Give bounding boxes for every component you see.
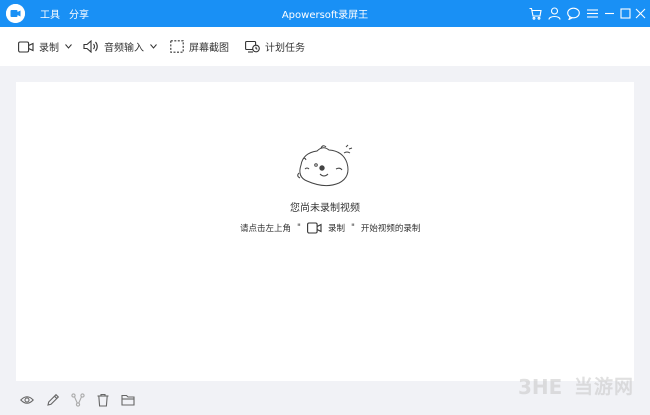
audio-input-button[interactable]: 音频输入 [83, 38, 157, 55]
minimize-icon[interactable] [603, 7, 616, 20]
toolbar: 录制 音频输入 屏幕截图 计划任务 [0, 27, 650, 66]
screenshot-button[interactable]: 屏幕截图 [170, 38, 229, 55]
close-icon[interactable] [634, 7, 647, 20]
trash-icon[interactable] [96, 393, 110, 407]
screenshot-icon [170, 40, 184, 53]
watermark: 3HE 当游网 [518, 372, 634, 399]
schedule-task-label: 计划任务 [265, 43, 305, 54]
chevron-down-icon [65, 44, 72, 49]
empty-state-hint: 请点击左上角 " 录制 " 开始视频的录制 [240, 221, 420, 235]
record-label: 录制 [39, 43, 59, 54]
title-bar: 工具 分享 Apowersoft录屏王 [0, 0, 650, 27]
record-button[interactable]: 录制 [18, 38, 72, 55]
hint-quote-open: " [297, 223, 301, 233]
chat-icon[interactable] [567, 7, 580, 20]
schedule-icon [245, 40, 260, 53]
speaker-icon [83, 40, 98, 53]
hint-quote-close: " [350, 223, 355, 233]
schedule-task-button[interactable]: 计划任务 [245, 38, 305, 55]
hint-suffix: 开始视频的录制 [360, 224, 421, 234]
chevron-down-icon [150, 44, 157, 49]
video-camera-icon [306, 222, 322, 234]
audio-input-label: 音频输入 [104, 43, 144, 54]
app-logo-icon [6, 4, 25, 23]
cart-icon[interactable] [529, 7, 542, 20]
watermark-logo-icon: 3HE [518, 375, 562, 398]
menu-share[interactable]: 分享 [69, 6, 89, 21]
maximize-icon[interactable] [619, 7, 632, 20]
menu-tools[interactable]: 工具 [40, 6, 60, 21]
eye-icon[interactable] [20, 393, 34, 407]
menu-icon[interactable] [586, 7, 599, 20]
screenshot-label: 屏幕截图 [189, 43, 229, 54]
edit-icon[interactable] [46, 393, 60, 407]
hint-prefix: 请点击左上角 [240, 224, 292, 234]
svg-text:3HE: 3HE [518, 375, 562, 398]
folder-icon[interactable] [121, 393, 135, 407]
video-camera-icon [18, 40, 34, 53]
empty-mascot-icon [297, 144, 353, 187]
watermark-text: 当游网 [573, 376, 634, 398]
user-icon[interactable] [548, 7, 561, 20]
empty-state-title: 您尚未录制视频 [290, 203, 360, 214]
hint-record-label: 录制 [327, 224, 345, 234]
share-icon[interactable] [71, 393, 85, 407]
